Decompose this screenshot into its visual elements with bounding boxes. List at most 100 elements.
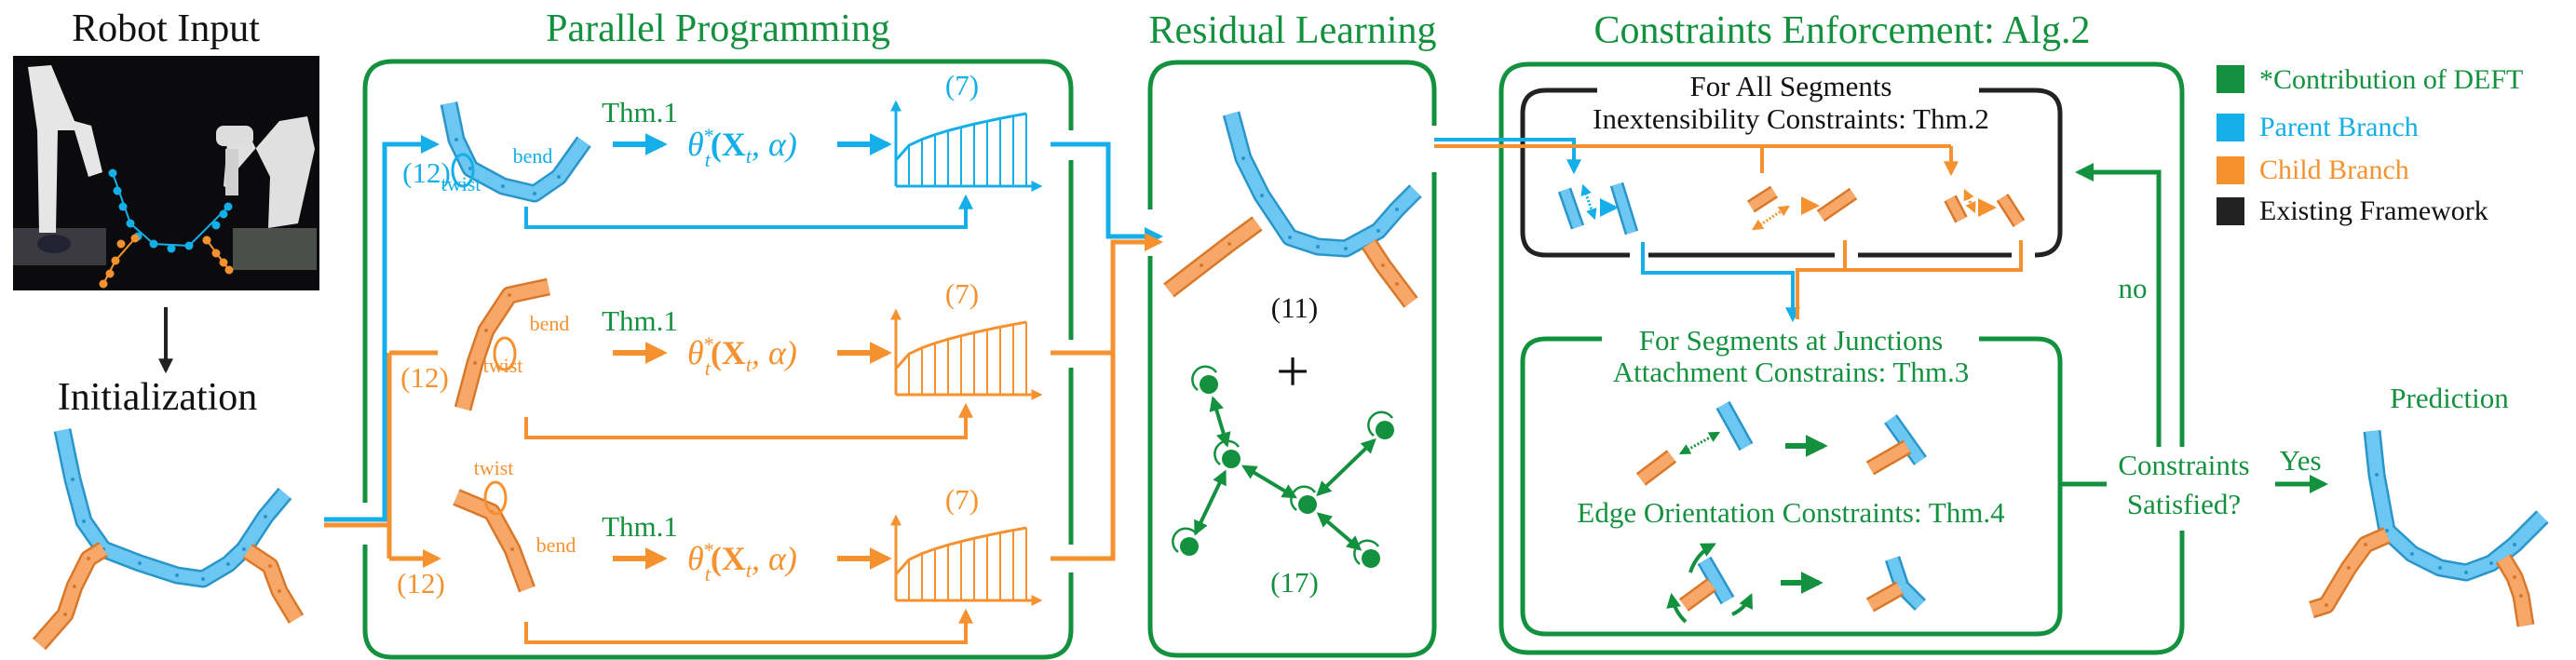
child-branch-rod: [1678, 578, 1717, 612]
equation-12-label: (12): [400, 361, 449, 394]
out-constraints-orange: [1796, 240, 2023, 319]
theta-part: (X: [711, 540, 746, 577]
input-line-blue: [324, 135, 440, 522]
legend-label: *Contribution of DEFT: [2259, 64, 2523, 95]
constraints-enforcement-title: Constraints Enforcement: Alg.2: [1593, 9, 2090, 52]
graph-node: [1362, 549, 1380, 568]
trajectory-chart-icon: [890, 100, 1043, 192]
bend-label: bend: [530, 312, 570, 335]
parent-branch-rod: [1715, 400, 1754, 451]
decision-line2: Satisfied?: [2127, 488, 2241, 520]
legend-item-parent: Parent Branch: [2217, 112, 2419, 142]
child-branch-rod: [1865, 439, 1912, 476]
graph-node: [1222, 450, 1241, 468]
thm1-label: Thm.1: [602, 96, 678, 128]
child-branch-rod: [2495, 554, 2535, 627]
no-feedback-arrow: [2075, 163, 2162, 447]
junctions-title: For Segments at Junctions: [1639, 324, 1943, 357]
twist-label: twist: [474, 456, 514, 479]
child-branch-rod: [1746, 185, 1779, 213]
equation-12-label: (12): [402, 156, 451, 189]
theta-part: , α): [752, 334, 797, 371]
child-branch-rod: [32, 541, 109, 651]
theta-part: (X: [711, 126, 746, 163]
theta-part: θ: [687, 126, 704, 163]
child-branch-rod: [1163, 216, 1263, 298]
trajectory-chart-icon: [890, 308, 1043, 400]
legend-item-contribution: *Contribution of DEFT: [2217, 64, 2523, 95]
thm1-label: Thm.1: [602, 510, 678, 543]
merge-line-orange: [1051, 242, 1159, 561]
twist-label: twist: [483, 354, 523, 377]
theta-part: (X: [711, 334, 746, 371]
graph-edge: [1316, 438, 1376, 497]
graph-node: [1376, 421, 1394, 439]
child-branch-rod: [1996, 193, 2026, 228]
theta-expression: θ* t(Xt, α): [687, 332, 797, 380]
no-label: no: [2119, 272, 2148, 304]
parent-branch-rod: [1609, 182, 1639, 236]
plus-sign: +: [1276, 338, 1309, 404]
feedback-bracket: [524, 194, 973, 229]
equation-7-label: (7): [945, 483, 979, 516]
graph-edge: [1194, 469, 1227, 536]
initialization-title: Initialization: [58, 376, 258, 419]
attach-arrow: [1678, 431, 1721, 455]
theta-part: θ: [687, 334, 704, 371]
attachment-label: Attachment Constrains: Thm.3: [1613, 356, 1970, 388]
legend-swatch: [2217, 114, 2244, 141]
parent-branch-rod: [1557, 187, 1585, 230]
bend-label: bend: [536, 533, 576, 557]
feedback-bracket: [524, 402, 973, 439]
inextensibility-illustrations: [1557, 182, 2026, 236]
legend: *Contribution of DEFT Parent Branch Chil…: [2217, 64, 2523, 226]
parent-branch-rod: [1895, 580, 1927, 612]
child-branch-rod: [1362, 238, 1418, 308]
theta-expression: θ* t(Xt, α): [687, 538, 797, 586]
prediction-title: Prediction: [2390, 382, 2509, 414]
graph-node: [1200, 375, 1218, 394]
edge-orientation-label: Edge Orientation Constraints: Thm.4: [1577, 496, 2005, 529]
graph-edge: [1241, 465, 1298, 499]
legend-label: Child Branch: [2259, 155, 2409, 185]
spring-arrow: [1963, 188, 1976, 214]
merge-line-blue: [1051, 141, 1163, 246]
equation-7-label: (7): [945, 69, 979, 101]
legend-label: Parent Branch: [2259, 112, 2419, 142]
residual-learning-title: Residual Learning: [1148, 9, 1436, 52]
inextensibility-label: Inextensibility Constraints: Thm.2: [1593, 102, 1989, 135]
initialization-rope: [32, 428, 305, 651]
deft-pipeline-diagram: Robot Input Initialization Parallel Prog…: [13, 7, 2549, 660]
legend-swatch: [2217, 65, 2244, 93]
residual-eq-17: (17): [1270, 566, 1319, 599]
child-branch-rod: [242, 544, 305, 624]
yes-label: Yes: [2279, 444, 2321, 477]
thm1-label: Thm.1: [602, 304, 678, 337]
child-branch-rod: [2309, 527, 2391, 619]
parent-branch-rod: [2363, 429, 2549, 582]
child-branch-rod: [454, 277, 550, 411]
spring-arrow: [1580, 183, 1597, 221]
theta-part: , α): [752, 126, 797, 163]
child-branch-rod: [1865, 581, 1905, 613]
theta-expression: θ* t(Xt, α): [687, 124, 797, 171]
equation-7-label: (7): [945, 277, 979, 310]
prediction-rope: [2309, 429, 2549, 627]
feedback-bracket: [524, 608, 973, 644]
robot-photo: [13, 56, 319, 290]
child-branch-rod: [1944, 195, 1968, 223]
into-constraints-orange: [1434, 144, 1953, 171]
legend-swatch: [2217, 197, 2244, 225]
graph-edge: [1209, 396, 1231, 448]
child-branch-rod: [453, 489, 536, 593]
legend-item-child: Child Branch: [2217, 155, 2409, 185]
theta-part: θ: [687, 540, 704, 577]
legend-swatch: [2217, 156, 2244, 184]
residual-rope: [1163, 111, 1422, 308]
legend-label: Existing Framework: [2259, 195, 2488, 226]
rotate-arrow: [1731, 593, 1754, 616]
rope-marker-orange: [116, 239, 126, 249]
spring-arrow: [1751, 205, 1791, 231]
theta-part: , α): [752, 540, 797, 577]
child-branch-rod: [1816, 187, 1858, 222]
